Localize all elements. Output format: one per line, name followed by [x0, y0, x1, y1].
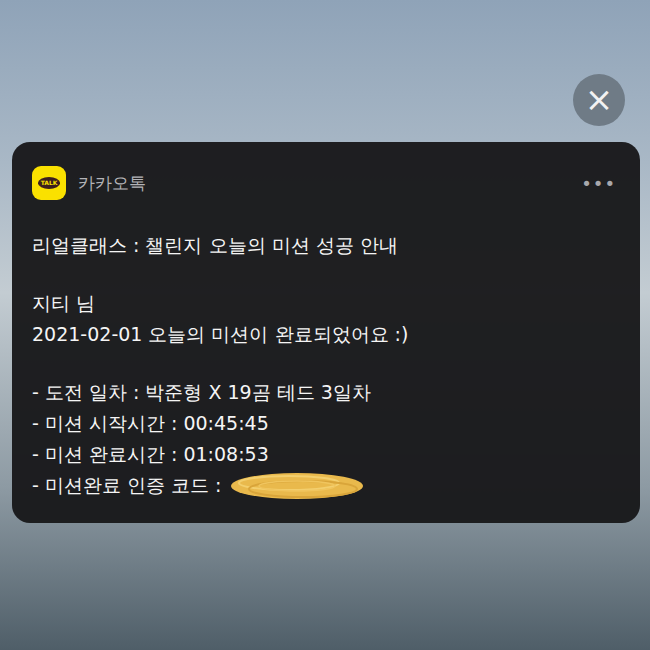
detail-line: - 미션 완료시간 : 01:08:53 — [32, 439, 620, 470]
detail-line: - 미션완료 인증 코드 : — [32, 470, 620, 501]
notification-title: 리얼클래스 : 챌린지 오늘의 미션 성공 안내 — [32, 230, 620, 261]
redaction-scribble-icon — [229, 471, 365, 501]
more-menu[interactable]: ••• — [581, 173, 620, 194]
notification-body: 리얼클래스 : 챌린지 오늘의 미션 성공 안내지티 님2021-02-01 오… — [32, 230, 620, 501]
lock-screen: × TALK 카카오톡 ••• 리얼클래스 : 챌린지 오늘의 미션 성공 안내지티 님… — [0, 0, 650, 650]
notification-header: TALK 카카오톡 ••• — [32, 166, 620, 200]
detail-line: - 도전 일차 : 박준형 X 19곰 테드 3일차 — [32, 377, 620, 408]
talk-bubble: TALK — [38, 177, 61, 189]
detail-line: - 미션 시작시간 : 00:45:45 — [32, 408, 620, 439]
message: 2021-02-01 오늘의 미션이 완료되었어요 :) — [32, 319, 620, 350]
app-name: 카카오톡 — [78, 172, 569, 195]
close-button[interactable]: × — [573, 74, 625, 126]
kakaotalk-icon: TALK — [32, 166, 66, 200]
greeting: 지티 님 — [32, 288, 620, 319]
notification-card[interactable]: TALK 카카오톡 ••• 리얼클래스 : 챌린지 오늘의 미션 성공 안내지티 님2… — [12, 142, 640, 523]
close-row: × — [12, 74, 640, 126]
